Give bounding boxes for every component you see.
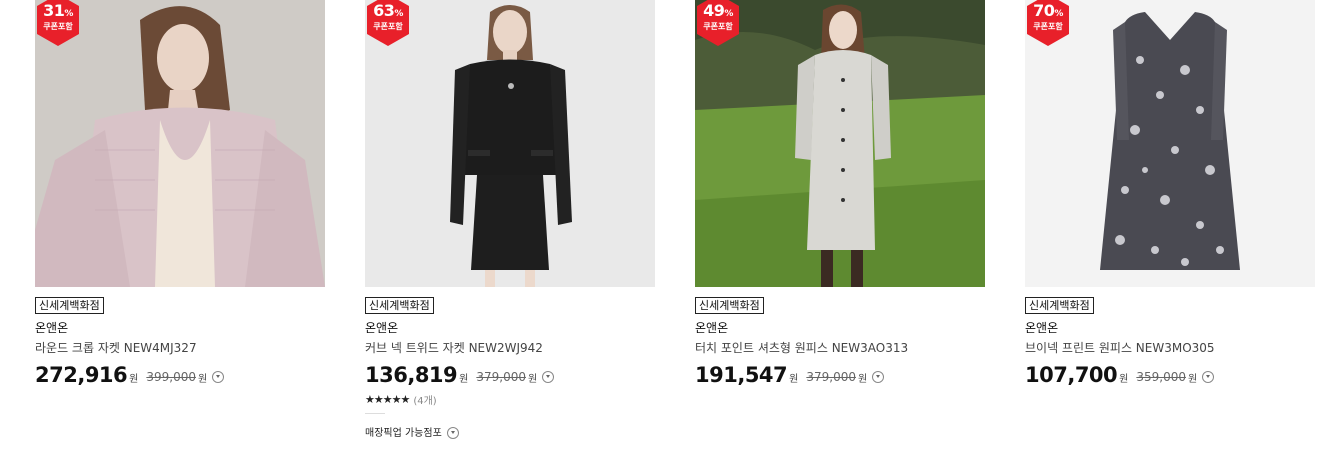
currency-unit: 원 [459,373,469,385]
product-name[interactable]: 터치 포인트 셔츠형 원피스 NEW3AO313 [695,341,985,356]
product-card[interactable]: 31% 쿠폰포함 신세계백화점 온앤온 라운드 크롭 자켓 NEW4MJ327 … [35,0,325,388]
currency-unit: 원 [789,373,799,385]
sale-price: 272,916 [35,363,128,387]
currency-unit: 원 [1187,373,1198,385]
coupon-included-label: 쿠폰포함 [373,22,403,31]
product-name[interactable]: 커브 넥 트위드 자켓 NEW2WJ942 [365,341,655,356]
chevron-down-icon[interactable] [872,371,885,383]
coupon-included-label: 쿠폰포함 [1033,22,1063,31]
brand-name[interactable]: 온앤온 [1025,321,1315,336]
currency-unit: 원 [197,373,208,385]
coupon-included-label: 쿠폰포함 [43,22,73,31]
product-card[interactable]: 70% 쿠폰포함 신세계백화점 온앤온 브이넥 프린트 원피스 NEW3MO30… [1025,0,1315,388]
product-name[interactable]: 라운드 크롭 자켓 NEW4MJ327 [35,341,325,356]
divider [365,413,385,414]
original-price: 379,000 [806,369,856,384]
discount-badge: 49% 쿠폰포함 [695,0,741,46]
price-row: 272,916 원 399,000 원 [35,362,325,388]
original-price: 359,000 [1136,369,1186,384]
price-row: 191,547 원 379,000 원 [695,362,985,388]
sale-price: 107,700 [1025,363,1118,387]
product-image-tweed-set[interactable]: 63% 쿠폰포함 [365,0,655,287]
chevron-down-icon[interactable] [212,371,225,383]
rating: ★★★★★ (4개) [365,392,655,407]
review-count[interactable]: (4개) [413,392,436,407]
brand-name[interactable]: 온앤온 [35,321,325,336]
store-tag: 신세계백화점 [365,297,434,314]
currency-unit: 원 [1119,373,1129,385]
product-grid: 31% 쿠폰포함 신세계백화점 온앤온 라운드 크롭 자켓 NEW4MJ327 … [0,0,1328,452]
sale-price: 191,547 [695,363,788,387]
discount-percent: 70% [1033,1,1063,20]
original-price: 399,000 [146,369,196,384]
product-name[interactable]: 브이넥 프린트 원피스 NEW3MO305 [1025,341,1315,356]
store-pickup-link[interactable]: 매장픽업 가능점포 [365,423,655,439]
product-image-print-dress[interactable]: 70% 쿠폰포함 [1025,0,1315,287]
discount-badge: 70% 쿠폰포함 [1025,0,1071,46]
store-pickup-label: 매장픽업 가능점포 [365,427,442,439]
product-card[interactable]: 63% 쿠폰포함 신세계백화점 온앤온 커브 넥 트위드 자켓 NEW2WJ94… [365,0,655,439]
brand-name[interactable]: 온앤온 [695,321,985,336]
currency-unit: 원 [129,373,139,385]
coupon-included-label: 쿠폰포함 [703,22,733,31]
currency-unit: 원 [857,373,868,385]
product-card[interactable]: 49% 쿠폰포함 신세계백화점 온앤온 터치 포인트 셔츠형 원피스 NEW3A… [695,0,985,388]
currency-unit: 원 [527,373,538,385]
star-rating-icon: ★★★★★ [365,393,410,406]
brand-name[interactable]: 온앤온 [365,321,655,336]
price-row: 136,819 원 379,000 원 [365,362,655,388]
chevron-down-icon[interactable] [1202,371,1215,383]
sale-price: 136,819 [365,363,458,387]
discount-percent: 31% [43,1,73,20]
discount-badge: 63% 쿠폰포함 [365,0,411,46]
discount-badge: 31% 쿠폰포함 [35,0,81,46]
discount-percent: 49% [703,1,733,20]
product-image-shirt-dress[interactable]: 49% 쿠폰포함 [695,0,985,287]
store-tag: 신세계백화점 [695,297,764,314]
discount-percent: 63% [373,1,403,20]
store-tag: 신세계백화점 [35,297,104,314]
chevron-down-icon[interactable] [542,371,555,383]
product-image-tweed-jacket[interactable]: 31% 쿠폰포함 [35,0,325,287]
store-tag: 신세계백화점 [1025,297,1094,314]
chevron-down-icon[interactable] [446,427,459,439]
price-row: 107,700 원 359,000 원 [1025,362,1315,388]
original-price: 379,000 [476,369,526,384]
